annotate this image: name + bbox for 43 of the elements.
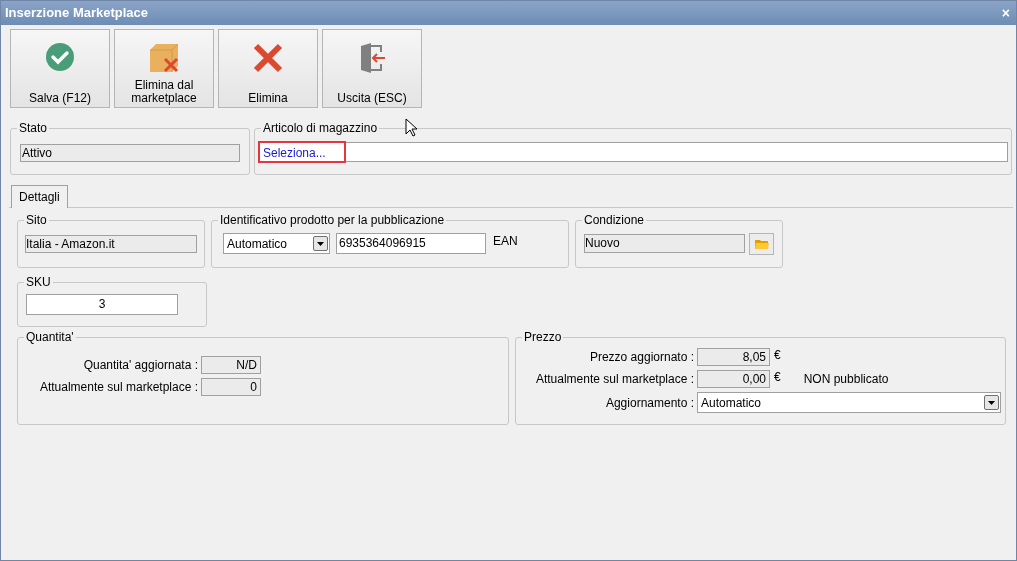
update-dropdown[interactable]: Automatico [697, 392, 1001, 413]
condition-field: Nuovo [584, 234, 746, 253]
group-title: SKU [24, 275, 53, 289]
status-field: Attivo [20, 144, 240, 162]
field-label: Aggiornamento : [604, 394, 695, 412]
group-title: Prezzo [522, 330, 564, 344]
toolbar-button[interactable]: Elimina dal marketplace [114, 29, 214, 108]
sku-field[interactable]: 3 [26, 294, 178, 315]
toolbar-button[interactable]: Uscita (ESC) [322, 29, 422, 108]
mouse-cursor-icon [405, 118, 418, 137]
product-code-field[interactable]: 6935364096915 [336, 233, 486, 254]
group-title: Sito [24, 213, 49, 227]
quantity-field: 0 [201, 378, 261, 396]
folder-icon [754, 238, 769, 250]
group-title: Quantita' [24, 330, 76, 344]
currency-label: € [774, 370, 781, 384]
group-title: Stato [17, 121, 50, 135]
quantity-field: N/D [201, 356, 261, 374]
group-title: Articolo di magazzino [261, 121, 380, 135]
publish-status: NON pubblicato [803, 371, 889, 388]
tab[interactable]: Dettagli [11, 185, 68, 208]
group-title: Condizione [582, 213, 647, 227]
id-type-dropdown[interactable]: Automatico [223, 233, 330, 254]
toolbar-button[interactable]: Salva (F12) [10, 29, 110, 108]
price-field: 0,00 [697, 370, 770, 388]
price-field: 8,05 [697, 348, 770, 366]
field-label: Prezzo aggiornato : [588, 349, 695, 366]
dropdown-value: Automatico [227, 235, 288, 253]
site-field: Italia - Amazon.it [25, 235, 197, 253]
field-label: Quantita' aggiornata : [82, 357, 199, 374]
article-field[interactable]: Seleziona... [258, 142, 1008, 162]
code-type-label: EAN [493, 233, 518, 249]
check-circle-icon [45, 42, 75, 72]
field-label: Attualmente sul marketplace : [38, 379, 199, 396]
dropdown-value: Automatico [701, 394, 762, 412]
field-label: Attualmente sul marketplace : [534, 371, 695, 388]
select-link[interactable]: Seleziona... [258, 141, 346, 163]
window-title: Inserzione Marketplace [5, 4, 149, 23]
currency-label: € [774, 348, 781, 362]
group-title: Identificativo prodotto per la pubblicazione [218, 213, 447, 227]
box-delete-icon [148, 42, 180, 74]
toolbar-button[interactable]: Elimina [218, 29, 318, 108]
cross-icon [252, 42, 284, 74]
